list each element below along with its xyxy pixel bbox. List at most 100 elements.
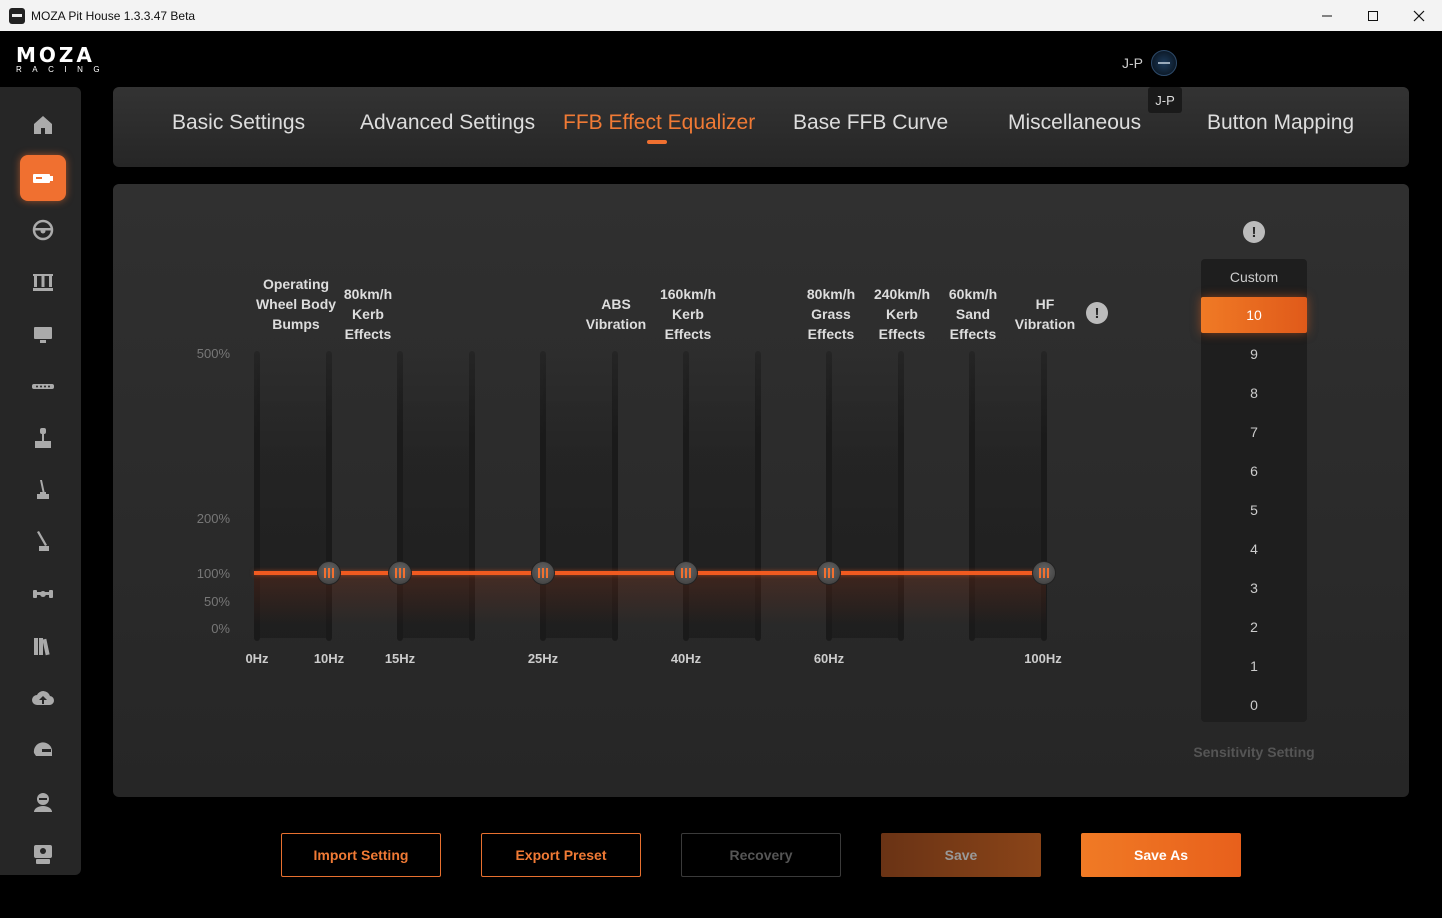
eq-knob-40hz[interactable] — [674, 561, 698, 585]
sidebar-item-dashboard[interactable] — [20, 311, 66, 357]
close-icon — [1413, 10, 1425, 21]
eq-curve-glow — [254, 575, 1046, 625]
user-name: J-P — [1122, 55, 1143, 71]
y-label-200: 200% — [196, 511, 230, 526]
minimize-button[interactable] — [1304, 0, 1350, 31]
rpm-bar-icon — [32, 384, 54, 389]
tab-miscellaneous[interactable]: Miscellaneous — [1008, 111, 1141, 135]
flight-yoke-icon — [33, 590, 53, 598]
maximize-icon — [1368, 10, 1378, 21]
pedals-icon — [33, 274, 53, 291]
sidebar — [0, 87, 81, 875]
recovery-button[interactable]: Recovery — [681, 833, 841, 877]
app-icon — [9, 7, 25, 24]
helmet-icon — [33, 742, 52, 756]
sensitivity-custom-label[interactable]: Custom — [1201, 269, 1307, 285]
sensitivity-option-8[interactable]: 8 — [1201, 375, 1307, 411]
effect-label-160-kerb: 160km/h Kerb Effects — [659, 286, 717, 342]
steering-wheel-icon — [32, 219, 54, 241]
sensitivity-option-10[interactable]: 10 — [1201, 297, 1307, 333]
wheelbase-icon — [33, 174, 53, 183]
minimize-icon — [1322, 15, 1332, 16]
sensitivity-option-6[interactable]: 6 — [1201, 453, 1307, 489]
sidebar-item-home[interactable] — [20, 102, 66, 148]
eq-knob-10hz[interactable] — [317, 561, 341, 585]
sensitivity-option-3[interactable]: 3 — [1201, 570, 1307, 606]
equalizer-info-icon[interactable]: ! — [1086, 302, 1108, 324]
tab-ffb-effect-equalizer[interactable]: FFB Effect Equalizer — [563, 111, 755, 135]
import-setting-button[interactable]: Import Setting — [281, 833, 441, 877]
sidebar-item-pedals[interactable] — [20, 259, 66, 305]
x-label-15hz: 15Hz — [384, 651, 416, 666]
eq-knob-25hz[interactable] — [531, 561, 555, 585]
user-icon — [34, 793, 52, 812]
sidebar-item-library[interactable] — [20, 623, 66, 669]
x-label-0hz: 0Hz — [245, 651, 269, 666]
sidebar-item-cloud[interactable] — [20, 675, 66, 721]
effect-label-60-sand: 60km/h Sand Effects — [948, 286, 998, 342]
sensitivity-option-0[interactable]: 0 — [1201, 687, 1307, 723]
tab-basic-settings[interactable]: Basic Settings — [172, 111, 305, 135]
effect-label-80-grass: 80km/h Grass Effects — [806, 286, 856, 342]
logo-sub: RACING — [16, 65, 111, 74]
x-label-100hz: 100Hz — [1024, 651, 1062, 666]
shifter-icon — [35, 428, 51, 448]
x-label-40hz: 40Hz — [670, 651, 702, 666]
home-icon — [34, 116, 52, 134]
support-icon — [34, 845, 52, 864]
window-title: MOZA Pit House 1.3.3.47 Beta — [31, 8, 196, 23]
sidebar-item-sequential-shifter[interactable] — [20, 519, 66, 565]
title-bar: MOZA Pit House 1.3.3.47 Beta — [0, 0, 1442, 31]
dashboard-icon — [34, 327, 52, 343]
sensitivity-info-icon[interactable]: ! — [1243, 221, 1265, 243]
effect-label-240-kerb: 240km/h Kerb Effects — [873, 286, 931, 342]
logo-main: MOZA — [16, 43, 95, 67]
sidebar-item-steering-wheel[interactable] — [20, 207, 66, 253]
y-label-100: 100% — [196, 566, 230, 581]
cloud-upload-icon — [32, 691, 55, 706]
export-preset-button[interactable]: Export Preset — [481, 833, 641, 877]
effect-label-hf-vibration: HF Vibration — [1014, 296, 1076, 332]
sensitivity-option-2[interactable]: 2 — [1201, 609, 1307, 645]
x-label-60hz: 60Hz — [813, 651, 845, 666]
eq-knob-100hz[interactable] — [1032, 561, 1056, 585]
x-label-25hz: 25Hz — [527, 651, 559, 666]
close-button[interactable] — [1396, 0, 1442, 31]
y-label-500: 500% — [196, 346, 230, 361]
avatar[interactable] — [1151, 50, 1177, 76]
sensitivity-option-9[interactable]: 9 — [1201, 336, 1307, 372]
sensitivity-option-5[interactable]: 5 — [1201, 492, 1307, 528]
sidebar-item-handbrake[interactable] — [20, 467, 66, 513]
maximize-button[interactable] — [1350, 0, 1396, 31]
tab-button-mapping[interactable]: Button Mapping — [1207, 111, 1354, 135]
sensitivity-caption: Sensitivity Setting — [1193, 744, 1315, 760]
tab-advanced-settings[interactable]: Advanced Settings — [360, 111, 535, 135]
library-icon — [34, 638, 50, 656]
sidebar-item-shifter[interactable] — [20, 415, 66, 461]
save-as-button[interactable]: Save As — [1081, 833, 1241, 877]
y-label-50: 50% — [203, 594, 230, 609]
y-label-0: 0% — [211, 621, 230, 636]
sensitivity-option-7[interactable]: 7 — [1201, 414, 1307, 450]
user-profile[interactable]: J-P — [1122, 50, 1177, 76]
sidebar-item-support[interactable] — [20, 831, 66, 877]
sensitivity-option-1[interactable]: 1 — [1201, 648, 1307, 684]
tab-base-ffb-curve[interactable]: Base FFB Curve — [793, 111, 948, 135]
effect-label-wheel-body-bumps: Operating Wheel Body Bumps — [255, 276, 337, 332]
active-tab-indicator — [647, 140, 667, 144]
sidebar-item-rpm-bar[interactable] — [20, 363, 66, 409]
eq-knob-60hz[interactable] — [817, 561, 841, 585]
sequential-shifter-icon — [37, 531, 49, 551]
sidebar-item-flight-yoke[interactable] — [20, 571, 66, 617]
user-tooltip: J-P — [1148, 87, 1182, 113]
sensitivity-option-4[interactable]: 4 — [1201, 531, 1307, 567]
sidebar-item-wheelbase[interactable] — [20, 155, 66, 201]
moza-logo: MOZA RACING — [16, 43, 136, 74]
effect-label-80-kerb: 80km/h Kerb Effects — [343, 286, 393, 342]
eq-knob-15hz[interactable] — [388, 561, 412, 585]
sidebar-item-user[interactable] — [20, 779, 66, 825]
effect-label-abs-vibration: ABS Vibration — [585, 296, 647, 332]
sidebar-item-helmet[interactable] — [20, 727, 66, 773]
save-button[interactable]: Save — [881, 833, 1041, 877]
x-label-10hz: 10Hz — [313, 651, 345, 666]
